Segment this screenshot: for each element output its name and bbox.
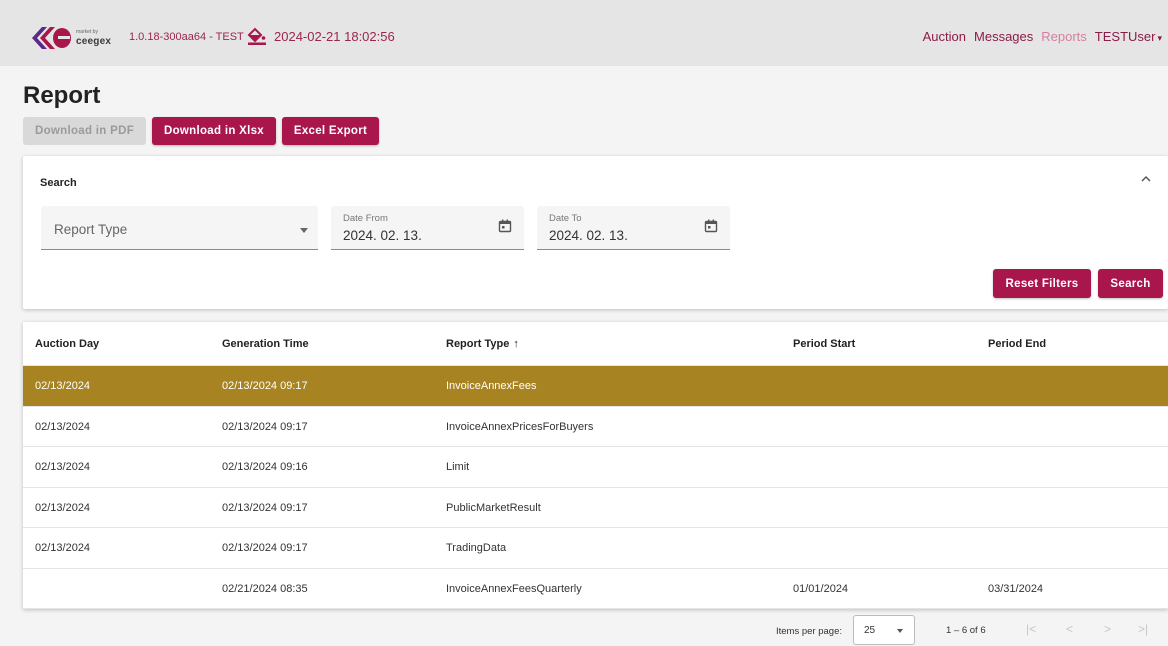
date-to-label: Date To	[549, 213, 582, 224]
date-from-value: 2024. 02. 13.	[343, 228, 422, 243]
nav-reports[interactable]: Reports	[1041, 29, 1087, 44]
column-header-period-end[interactable]: Period End	[988, 338, 1046, 350]
calendar-icon[interactable]	[498, 219, 512, 233]
cell-period-end: 03/31/2024	[988, 582, 1044, 595]
date-from-label: Date From	[343, 213, 388, 224]
date-to-field[interactable]: Date To 2024. 02. 13.	[537, 206, 730, 250]
cell-report-type: TradingData	[446, 542, 507, 554]
cell-auction-day: 02/13/2024	[35, 501, 91, 514]
table-row[interactable]: 02/13/2024 02/13/2024 09:16 Limit	[23, 447, 1168, 488]
caret-down-icon: ▾	[1157, 33, 1162, 43]
server-datetime: 2024-02-21 18:02:56	[274, 29, 395, 44]
ceegex-logo-mark-icon	[32, 27, 71, 49]
cell-generation-time: 02/13/2024 09:17	[222, 501, 308, 514]
page-title: Report	[23, 82, 101, 109]
first-page-button[interactable]: |<	[1026, 622, 1036, 636]
report-type-placeholder: Report Type	[54, 222, 128, 237]
nav-auction[interactable]: Auction	[923, 29, 966, 44]
cell-generation-time: 02/13/2024 09:17	[222, 420, 308, 433]
paginator: Items per page: 25 1 – 6 of 6 |< < > >|	[0, 609, 1168, 646]
cell-auction-day: 02/13/2024	[35, 542, 91, 554]
user-menu[interactable]: TESTUser ▾	[1095, 29, 1162, 44]
table-row[interactable]: 02/13/2024 02/13/2024 09:17 InvoiceAnnexFe…	[23, 366, 1168, 407]
cell-generation-time: 02/13/2024 09:17	[222, 542, 308, 554]
cell-generation-time: 02/21/2024 08:35	[222, 582, 308, 595]
date-to-value: 2024. 02. 13.	[549, 228, 628, 243]
cell-report-type: Limit	[446, 461, 470, 473]
cell-auction-day: 02/13/2024	[35, 420, 91, 433]
logo-tagline: market by	[76, 29, 98, 35]
sort-ascending-icon: ↑	[513, 338, 519, 350]
dropdown-caret-icon	[897, 629, 903, 633]
user-name: TESTUser	[1094, 29, 1156, 44]
column-header-report-type-label: Report Type	[446, 338, 510, 350]
chevron-up-icon[interactable]	[1140, 174, 1152, 184]
last-page-button[interactable]: >|	[1138, 622, 1148, 636]
table-row[interactable]: 02/13/2024 02/13/2024 09:17 TradingData	[23, 528, 1168, 569]
cell-auction-day: 02/13/2024	[35, 461, 91, 473]
logo-brand-text: ceegex	[76, 36, 112, 47]
cell-generation-time: 02/13/2024 09:17	[222, 380, 308, 392]
table-row[interactable]: 02/13/2024 02/13/2024 09:17 PublicMarketRe…	[23, 488, 1168, 528]
app-version: 1.0.18-300aa64 - TEST	[129, 31, 244, 43]
page-size-value: 25	[864, 625, 876, 636]
previous-page-button[interactable]: <	[1066, 622, 1073, 636]
page-range: 1 – 6 of 6	[946, 625, 986, 636]
download-pdf-button[interactable]: Download in PDF	[23, 117, 146, 145]
calendar-icon[interactable]	[704, 219, 718, 233]
search-panel: Search Report Type Date From 2024. 02. 1…	[23, 156, 1168, 309]
items-per-page-label: Items per page:	[776, 626, 843, 637]
column-header-period-start[interactable]: Period Start	[793, 338, 855, 350]
cell-generation-time: 02/13/2024 09:16	[222, 461, 308, 473]
nav-messages[interactable]: Messages	[974, 29, 1033, 44]
reset-filters-button[interactable]: Reset Filters	[993, 269, 1091, 298]
cell-period-start: 01/01/2024	[793, 582, 849, 595]
cell-report-type: PublicMarketResult	[446, 501, 541, 514]
ceegex-logo[interactable]: market by ceegex	[30, 24, 122, 52]
cell-report-type: InvoiceAnnexFees	[446, 380, 537, 392]
cell-report-type: InvoiceAnnexPricesForBuyers	[446, 420, 594, 433]
date-from-field[interactable]: Date From 2024. 02. 13.	[331, 206, 524, 250]
column-header-auction-day[interactable]: Auction Day	[35, 338, 99, 350]
download-xlsx-button[interactable]: Download in Xlsx	[152, 117, 276, 145]
table-row[interactable]: 02/21/2024 08:35 InvoiceAnnexFeesQuarterl…	[23, 569, 1168, 609]
top-bar: market by ceegex 1.0.18-300aa64 - TEST 2…	[0, 0, 1168, 66]
search-button[interactable]: Search	[1098, 269, 1163, 298]
column-header-generation-time[interactable]: Generation Time	[222, 338, 309, 350]
table-row[interactable]: 02/13/2024 02/13/2024 09:17 InvoiceAnnexPr…	[23, 407, 1168, 447]
search-panel-title: Search	[40, 177, 77, 189]
page-size-select[interactable]: 25	[853, 615, 915, 645]
main-nav: Auction Messages Reports TESTUser ▾	[923, 29, 1162, 44]
column-header-report-type[interactable]: Report Type ↑	[446, 338, 519, 350]
next-page-button[interactable]: >	[1104, 622, 1111, 636]
cell-auction-day: 02/13/2024	[35, 380, 91, 392]
table-header: Auction Day Generation Time Report Type ↑…	[23, 322, 1168, 366]
cell-report-type: InvoiceAnnexFeesQuarterly	[446, 582, 582, 595]
excel-export-button[interactable]: Excel Export	[282, 117, 379, 145]
report-type-select[interactable]: Report Type	[41, 206, 318, 250]
dropdown-caret-icon	[300, 228, 308, 233]
paint-bucket-icon[interactable]	[246, 27, 268, 45]
reports-table: Auction Day Generation Time Report Type ↑…	[23, 322, 1168, 609]
